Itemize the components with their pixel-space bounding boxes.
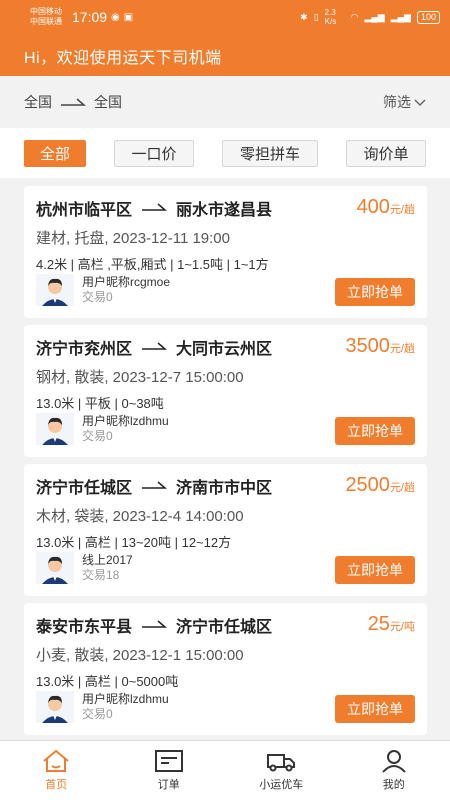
wifi-icon: ◠ (350, 11, 359, 22)
bottom-nav: 首页 订单 小运优车 我的 (0, 740, 450, 800)
price-unit: 元/吨 (389, 621, 415, 633)
price-unit: 元/趟 (389, 482, 415, 494)
net-speed: 2.3 K/s (324, 8, 337, 26)
app-header: 中国移动 中国联通 17:09 ◉ ▣ ✱ ▯ 2.3 K/s ◠ ▂▄▆ ▂▄… (0, 0, 450, 76)
route-to: 济宁市任城区 (176, 619, 273, 636)
bluetooth-icon: ✱ (300, 11, 308, 22)
shipper-info: 线上2017 交易18 (36, 552, 133, 584)
category-tabs: 全部 一口价 零担拼车 询价单 (0, 128, 450, 178)
shipper-nickname: 用户昵称rcgmoe (82, 275, 171, 289)
avatar (36, 413, 74, 445)
truck-icon (267, 754, 296, 772)
nav-profile-label: 我的 (382, 779, 405, 791)
carrier-2: 中国联通 (30, 17, 62, 26)
nav-home[interactable]: 首页 (0, 741, 113, 800)
route-from: 泰安市东平县 (36, 619, 133, 636)
tab-all[interactable]: 全部 (24, 139, 86, 167)
origin-selector[interactable]: 全国 (24, 92, 52, 112)
nav-profile[interactable]: 我的 (338, 741, 450, 800)
shipper-nickname: 线上2017 (82, 553, 133, 567)
order-spec: 13.0米 | 平板 | 0~38吨 (36, 396, 164, 411)
welcome-text: Hi，欢迎使用运天下司机端 (24, 50, 222, 67)
chevron-down-icon (414, 94, 426, 110)
route-from: 杭州市临平区 (36, 202, 133, 219)
vibrate-icon: ▯ (313, 11, 319, 22)
order-goods: 建材, 托盘, 2023-12-11 19:00 (36, 230, 230, 247)
order-goods: 木材, 袋装, 2023-12-4 14:00:00 (36, 508, 244, 525)
route-arrow-icon (141, 199, 168, 217)
route-arrow-icon (141, 477, 168, 495)
route-arrow-icon (60, 94, 87, 110)
order-spec: 13.0米 | 高栏 | 13~20吨 | 12~12方 (36, 535, 232, 550)
avatar (36, 274, 74, 306)
shipper-deals: 交易0 (82, 429, 113, 443)
nav-truck-label: 小运优车 (259, 779, 304, 791)
shipper-deals: 交易0 (82, 290, 113, 304)
avatar (36, 552, 74, 584)
order-card[interactable]: 杭州市临平区 丽水市遂昌县 400元/趟 建材, 托盘, 2023-12-11 … (24, 186, 427, 318)
route-arrow-icon (141, 616, 168, 634)
grab-order-button[interactable]: 立即抢单 (335, 695, 415, 723)
price-value: 400 (356, 196, 390, 218)
grab-order-button[interactable]: 立即抢单 (335, 556, 415, 584)
nav-orders-label: 订单 (157, 779, 180, 791)
shipper-deals: 交易0 (82, 707, 113, 721)
price-value: 3500 (345, 335, 390, 357)
tab-fixed-price[interactable]: 一口价 (114, 139, 194, 167)
price-unit: 元/趟 (389, 343, 415, 355)
price-value: 2500 (345, 474, 390, 496)
status-time: 17:09 (72, 9, 108, 25)
filter-label: 筛选 (383, 94, 411, 110)
route-to: 丽水市遂昌县 (176, 202, 273, 219)
route-from: 济宁市兖州区 (36, 341, 133, 358)
order-spec: 4.2米 | 高栏 ,平板,厢式 | 1~1.5吨 | 1~1方 (36, 257, 269, 272)
order-card[interactable]: 济宁市兖州区 大同市云州区 3500元/趟 钢材, 散装, 2023-12-7 … (24, 325, 427, 457)
home-icon (43, 749, 69, 772)
status-bar: 中国移动 中国联通 17:09 ◉ ▣ ✱ ▯ 2.3 K/s ◠ ▂▄▆ ▂▄… (0, 0, 450, 34)
order-card[interactable]: 济宁市任城区 济南市市中区 2500元/趟 木材, 袋装, 2023-12-4 … (24, 464, 427, 596)
destination-selector[interactable]: 全国 (94, 92, 122, 112)
battery-icon: 100 (416, 10, 440, 24)
signal-icon-2: ▂▄▆ (390, 11, 411, 22)
route-to: 济南市市中区 (176, 480, 273, 497)
signal-icon-1: ▂▄▆ (364, 11, 385, 22)
order-card[interactable]: 泰安市东平县 济宁市任城区 25元/吨 小麦, 散装, 2023-12-1 15… (24, 603, 427, 735)
grab-order-button[interactable]: 立即抢单 (335, 417, 415, 445)
order-goods: 钢材, 散装, 2023-12-7 15:00:00 (36, 369, 244, 386)
order-price: 400元/趟 (357, 196, 415, 219)
carrier-1: 中国移动 (30, 7, 62, 16)
order-price: 3500元/趟 (345, 335, 415, 358)
tab-ltl-carpool[interactable]: 零担拼车 (222, 139, 318, 167)
eye-icon: ◉ (111, 11, 120, 23)
price-unit: 元/趟 (389, 204, 415, 216)
nav-truck[interactable]: 小运优车 (225, 741, 338, 800)
order-goods: 小麦, 散装, 2023-12-1 15:00:00 (36, 647, 244, 664)
shipper-nickname: 用户昵称lzdhmu (82, 414, 169, 428)
filter-button[interactable]: 筛选 (383, 92, 426, 112)
avatar (36, 691, 74, 723)
shipper-info: 用户昵称lzdhmu 交易0 (36, 691, 169, 723)
route-filter-bar: 全国 全国 筛选 (0, 76, 450, 128)
user-icon (382, 750, 406, 773)
tab-inquiry[interactable]: 询价单 (346, 139, 426, 167)
route-arrow-icon (141, 338, 168, 356)
shipper-info: 用户昵称lzdhmu 交易0 (36, 413, 169, 445)
nav-home-label: 首页 (45, 779, 68, 791)
order-list: 杭州市临平区 丽水市遂昌县 400元/趟 建材, 托盘, 2023-12-11 … (24, 186, 427, 742)
shipper-deals: 交易18 (82, 568, 120, 582)
route-to: 大同市云州区 (176, 341, 273, 358)
order-route: 泰安市东平县 济宁市任城区 (36, 613, 415, 637)
shipper-nickname: 用户昵称lzdhmu (82, 692, 169, 706)
nav-orders[interactable]: 订单 (113, 741, 226, 800)
app-notification-icon: ▣ (123, 11, 134, 23)
order-list-icon (154, 750, 183, 772)
carrier-info: 中国移动 中国联通 (30, 7, 62, 27)
price-value: 25 (367, 613, 390, 635)
order-spec: 13.0米 | 高栏 | 0~5000吨 (36, 674, 179, 689)
grab-order-button[interactable]: 立即抢单 (335, 278, 415, 306)
shipper-info: 用户昵称rcgmoe 交易0 (36, 274, 170, 306)
order-price: 2500元/趟 (345, 474, 415, 497)
order-price: 25元/吨 (368, 613, 415, 636)
route-from: 济宁市任城区 (36, 480, 133, 497)
